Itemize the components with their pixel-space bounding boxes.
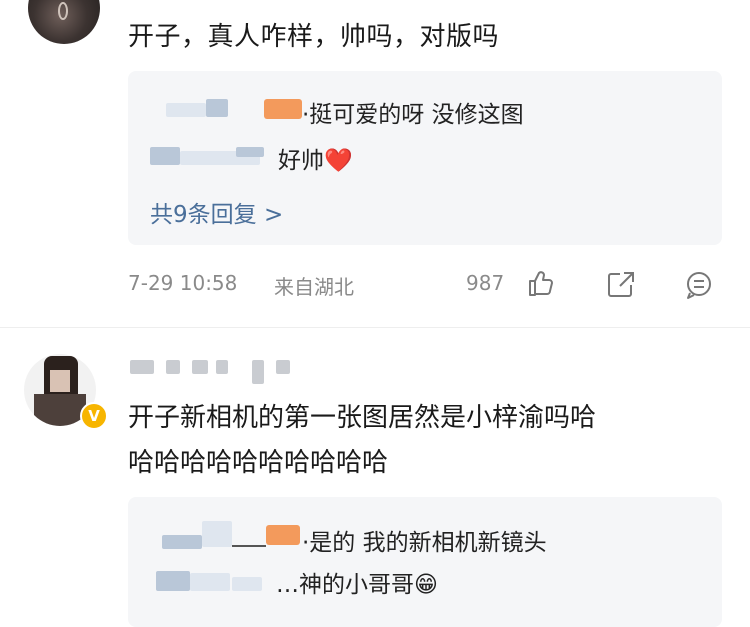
reply-text: …神的小哥哥😁 <box>276 572 438 598</box>
redacted-username <box>236 147 264 157</box>
divider <box>0 327 750 328</box>
reply-text: 好帅❤️ <box>278 148 353 174</box>
redacted-username <box>276 360 290 374</box>
comment-text: 开子，真人咋样，帅吗，对版吗 <box>128 22 500 52</box>
redacted-username <box>232 545 266 547</box>
redacted-username <box>156 571 190 591</box>
thumbs-up-icon[interactable] <box>526 268 556 298</box>
redacted-username <box>166 360 180 374</box>
comment-text: 开子新相机的第一张图居然是小梓渝吗哈 哈哈哈哈哈哈哈哈哈哈 <box>128 396 728 486</box>
comment-icon[interactable] <box>684 270 714 300</box>
avatar-face <box>50 370 70 392</box>
reply-text: ·挺可爱的呀 没修这图 <box>302 102 524 128</box>
redacted-username <box>162 535 202 549</box>
more-replies-link[interactable]: 共9条回复 > <box>150 195 283 229</box>
reply-box[interactable]: ·挺可爱的呀 没修这图 好帅❤️ 共9条回复 > <box>128 71 722 245</box>
share-icon[interactable] <box>606 270 636 300</box>
redacted-username <box>150 147 180 165</box>
location: 来自湖北 <box>274 275 354 299</box>
redacted-username <box>216 360 228 374</box>
comment-text-line: 哈哈哈哈哈哈哈哈哈哈 <box>128 448 389 478</box>
earring-detail <box>58 2 68 20</box>
redacted-badge <box>264 99 302 119</box>
redacted-username <box>192 360 208 374</box>
verified-badge-icon: V <box>80 402 108 430</box>
comment-text-line: 开子新相机的第一张图居然是小梓渝吗哈 <box>128 403 597 433</box>
reply-box[interactable]: ·是的 我的新相机新镜头 …神的小哥哥😁 <box>128 497 722 627</box>
avatar-shirt <box>34 394 86 426</box>
timestamp: 7-29 10:58 <box>128 271 238 295</box>
redacted-username <box>232 577 262 591</box>
avatar[interactable] <box>28 0 100 44</box>
redacted-username <box>252 360 264 384</box>
redacted-badge <box>266 525 300 545</box>
redacted-username <box>130 360 154 374</box>
redacted-username <box>166 103 206 117</box>
reply-text: ·是的 我的新相机新镜头 <box>302 530 547 556</box>
redacted-username <box>190 573 230 591</box>
redacted-username <box>206 99 228 117</box>
like-count: 987 <box>466 271 505 295</box>
redacted-username <box>202 521 232 547</box>
